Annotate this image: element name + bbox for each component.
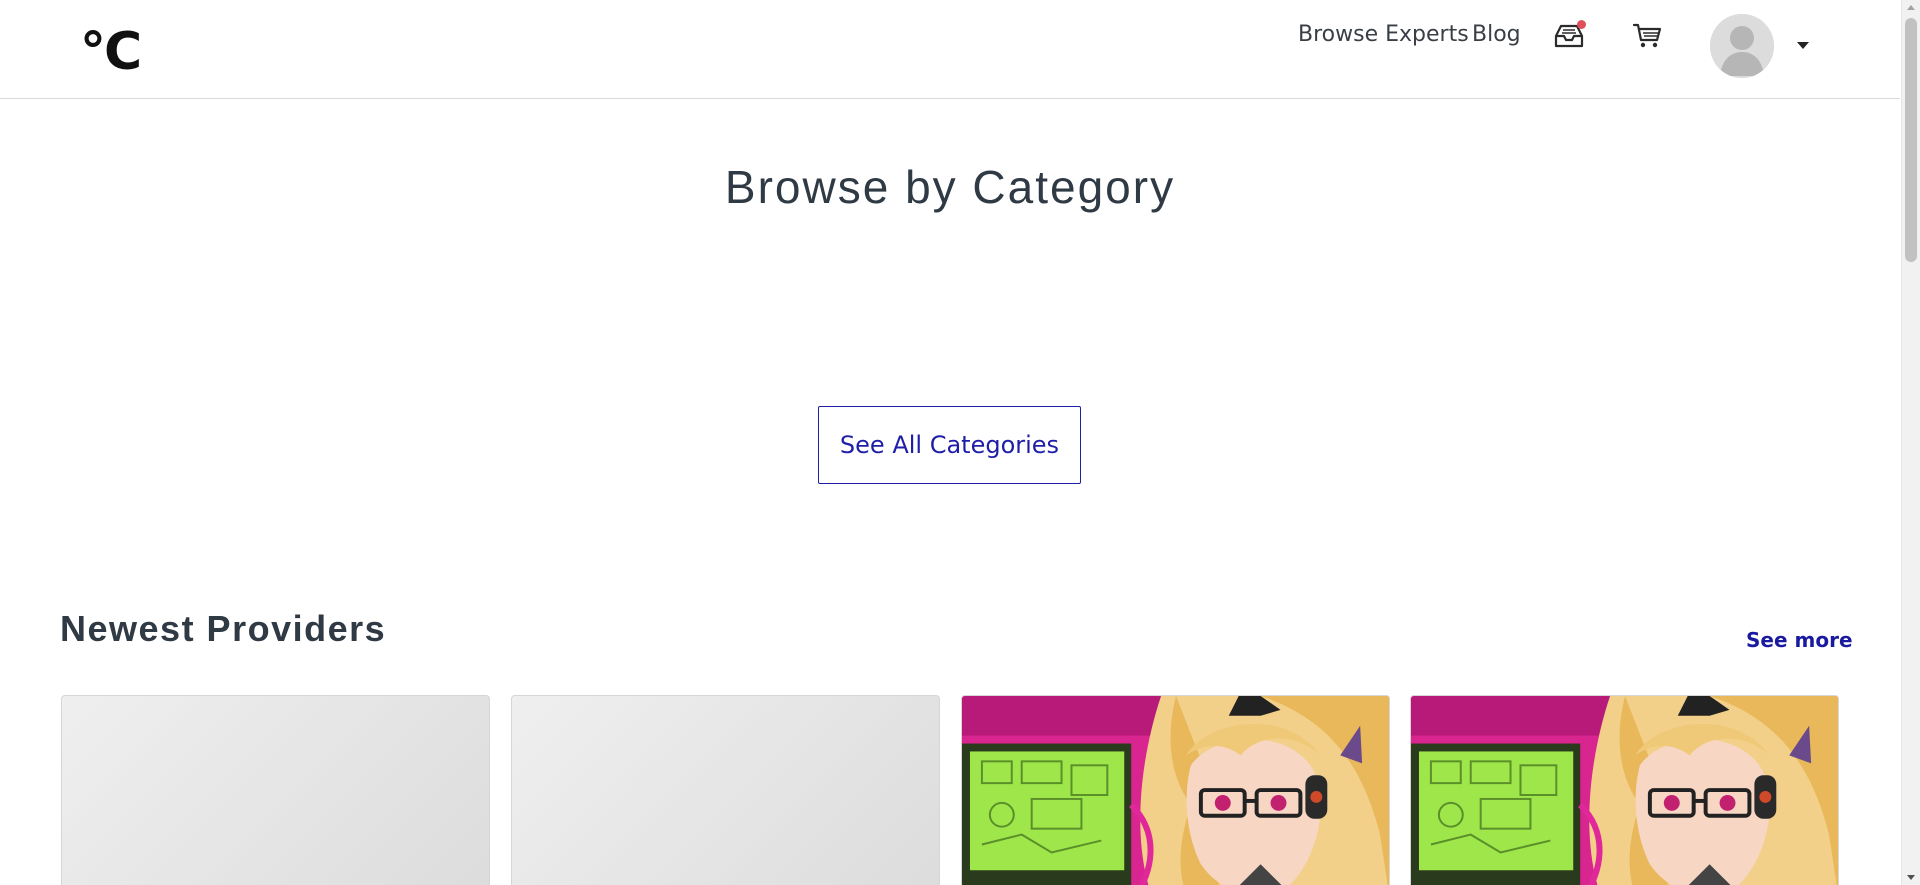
provider-image: [962, 696, 1389, 885]
user-avatar-icon: [1710, 14, 1774, 78]
nav-blog[interactable]: Blog: [1472, 20, 1521, 50]
provider-card-placeholder[interactable]: [511, 695, 940, 885]
scroll-up-arrow-icon[interactable]: [1907, 5, 1915, 10]
chevron-down-icon[interactable]: [1797, 42, 1809, 49]
scroll-down-arrow-icon[interactable]: [1907, 875, 1915, 880]
provider-card-placeholder[interactable]: [61, 695, 490, 885]
notification-dot: [1577, 20, 1586, 29]
top-navbar: °C Browse Experts Blog: [0, 0, 1900, 99]
cart-icon: [1632, 23, 1662, 48]
site-logo[interactable]: °C: [80, 22, 142, 82]
provider-card[interactable]: [961, 695, 1390, 885]
user-avatar[interactable]: [1710, 14, 1774, 78]
nav-browse-experts[interactable]: Browse Experts: [1298, 20, 1469, 50]
newest-providers-title: Newest Providers: [60, 608, 387, 649]
inbox-button[interactable]: [1552, 20, 1586, 50]
page: °C Browse Experts Blog Browse by Categor…: [0, 0, 1920, 885]
scrollbar-thumb[interactable]: [1905, 18, 1917, 262]
provider-image: [1411, 696, 1838, 885]
page-scrollbar[interactable]: [1901, 0, 1920, 885]
provider-card[interactable]: [1410, 695, 1839, 885]
see-all-categories-button[interactable]: See All Categories: [818, 406, 1081, 484]
cart-button[interactable]: [1632, 22, 1662, 50]
browse-by-category-title: Browse by Category: [724, 161, 1176, 213]
see-more-link[interactable]: See more: [1746, 628, 1853, 652]
